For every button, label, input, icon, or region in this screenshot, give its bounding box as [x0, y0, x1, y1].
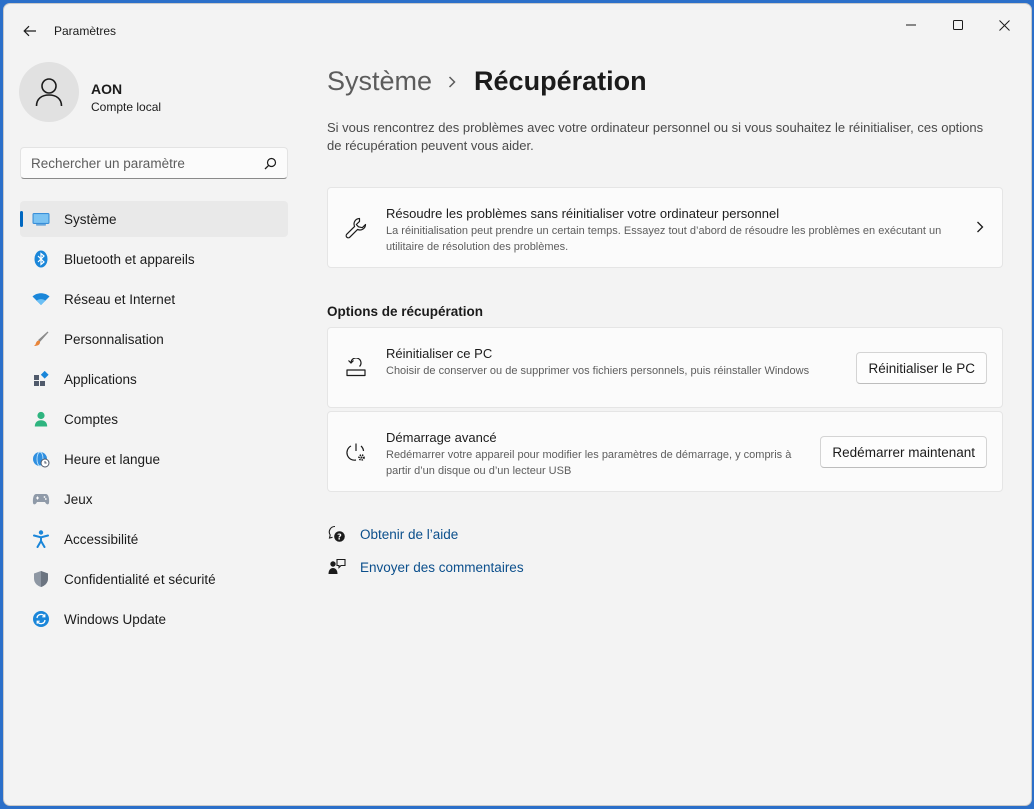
reset-pc-icon	[344, 356, 368, 380]
sidebar-item-label: Personnalisation	[64, 331, 164, 347]
advanced-startup-card: Démarrage avancé Redémarrer votre appare…	[327, 411, 1003, 492]
sidebar-item-bluetooth[interactable]: Bluetooth et appareils	[20, 241, 288, 277]
sidebar-item-systeme[interactable]: Système	[20, 201, 288, 237]
minimize-button[interactable]	[888, 6, 934, 44]
wifi-icon	[32, 290, 50, 308]
chevron-right-icon	[448, 75, 456, 88]
breadcrumb-parent[interactable]: Système	[327, 66, 432, 97]
sidebar-item-accessibilite[interactable]: Accessibilité	[20, 521, 288, 557]
sidebar-item-label: Jeux	[64, 491, 93, 507]
search-input[interactable]	[31, 155, 264, 171]
account-type: Compte local	[91, 100, 162, 114]
restart-now-button[interactable]: Redémarrer maintenant	[820, 436, 987, 468]
advanced-startup-description: Redémarrer votre appareil pour modifier …	[386, 449, 792, 477]
reset-pc-description: Choisir de conserver ou de supprimer vos…	[386, 365, 810, 377]
feedback-link-row[interactable]: Envoyer des commentaires	[327, 557, 524, 577]
power-settings-icon	[344, 441, 368, 465]
reset-pc-card: Réinitialiser ce PC Choisir de conserver…	[327, 327, 1003, 408]
person-icon	[32, 410, 50, 428]
troubleshoot-description: La réinitialisation peut prendre un cert…	[386, 225, 942, 253]
maximize-icon	[953, 20, 963, 30]
sidebar-item-heure-langue[interactable]: Heure et langue	[20, 441, 288, 477]
apps-icon	[32, 370, 50, 388]
sidebar-item-confidentialite[interactable]: Confidentialité et sécurité	[20, 561, 288, 597]
sidebar-item-label: Applications	[64, 371, 137, 387]
sidebar-item-label: Windows Update	[64, 611, 167, 627]
user-name: AON	[91, 81, 123, 97]
sidebar-item-label: Bluetooth et appareils	[64, 251, 195, 267]
section-title: Options de récupération	[327, 304, 484, 319]
back-button[interactable]	[14, 16, 46, 46]
get-help-link[interactable]: Obtenir de l’aide	[360, 527, 458, 542]
sidebar-item-reseau[interactable]: Réseau et Internet	[20, 281, 288, 317]
sidebar-item-windows-update[interactable]: Windows Update	[20, 601, 288, 637]
send-feedback-link[interactable]: Envoyer des commentaires	[360, 560, 524, 575]
search-icon[interactable]	[264, 157, 277, 170]
sidebar-nav: Système Bluetooth et appareils Réseau et…	[20, 201, 288, 641]
sidebar-item-label: Confidentialité et sécurité	[64, 571, 216, 587]
search-box[interactable]	[20, 147, 288, 179]
bluetooth-icon	[32, 250, 50, 268]
svg-text:?: ?	[337, 533, 342, 542]
sidebar-item-applications[interactable]: Applications	[20, 361, 288, 397]
minimize-icon	[906, 24, 916, 26]
breadcrumb: Système Récupération	[327, 66, 647, 97]
brush-icon	[32, 330, 50, 348]
sidebar-item-label: Heure et langue	[64, 451, 161, 467]
gamepad-icon	[32, 490, 50, 508]
intro-text: Si vous rencontrez des problèmes avec vo…	[327, 120, 984, 153]
sidebar-item-label: Comptes	[64, 411, 119, 427]
system-icon	[32, 210, 50, 228]
person-avatar-icon	[35, 78, 63, 107]
sidebar-item-personnalisation[interactable]: Personnalisation	[20, 321, 288, 357]
feedback-icon	[327, 557, 347, 577]
troubleshoot-title: Résoudre les problèmes sans réinitialise…	[386, 206, 780, 221]
troubleshoot-card[interactable]: Résoudre les problèmes sans réinitialise…	[327, 187, 1003, 268]
sidebar-item-jeux[interactable]: Jeux	[20, 481, 288, 517]
globe-clock-icon	[32, 450, 50, 468]
close-icon	[998, 19, 1010, 31]
page-title: Récupération	[474, 66, 647, 96]
reset-pc-title: Réinitialiser ce PC	[386, 346, 493, 361]
avatar[interactable]	[19, 62, 79, 122]
sidebar-item-label: Accessibilité	[64, 531, 139, 547]
settings-window: Paramètres AON Compte local Rechercher u…	[3, 3, 1032, 806]
accessibility-icon	[32, 530, 50, 548]
chevron-right-icon[interactable]	[976, 220, 984, 238]
sidebar-item-label: Système	[64, 211, 117, 227]
sidebar-item-comptes[interactable]: Comptes	[20, 401, 288, 437]
advanced-startup-title: Démarrage avancé	[386, 430, 497, 445]
maximize-button[interactable]	[935, 6, 981, 44]
reset-pc-button[interactable]: Réinitialiser le PC	[856, 352, 987, 384]
wrench-icon	[344, 216, 368, 240]
app-title: Paramètres	[54, 24, 117, 38]
help-link-row[interactable]: ? Obtenir de l’aide	[327, 524, 458, 544]
back-arrow-icon	[23, 25, 36, 37]
title-bar: Paramètres	[4, 4, 1031, 52]
shield-icon	[32, 570, 50, 588]
update-icon	[32, 610, 50, 628]
help-icon: ?	[327, 524, 347, 544]
sidebar-item-label: Réseau et Internet	[64, 291, 176, 307]
close-button[interactable]	[981, 6, 1027, 44]
